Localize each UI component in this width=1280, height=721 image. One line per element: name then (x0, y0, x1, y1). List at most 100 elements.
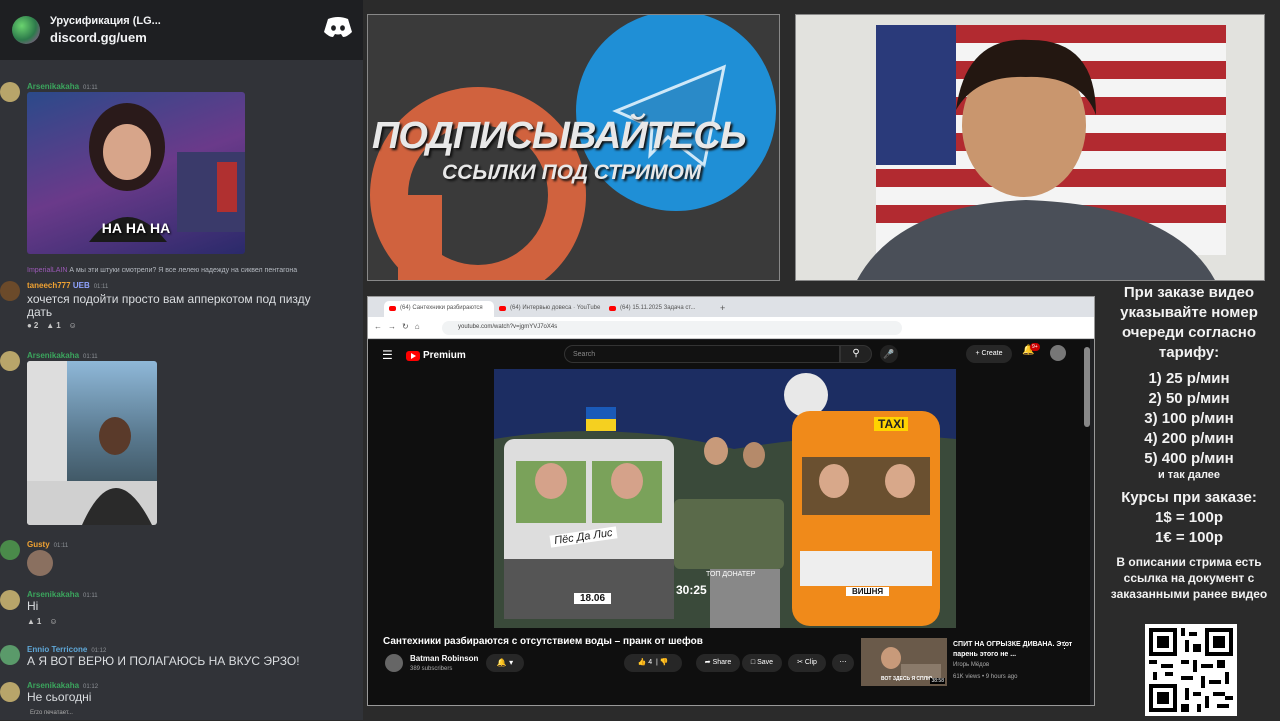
username[interactable]: Arsenikakaha 01:11 (27, 351, 98, 360)
youtube-play-icon (406, 350, 420, 361)
subscriber-count: 389 subscribers (410, 666, 453, 672)
reaction-hand[interactable]: ▲ 1 (27, 617, 41, 626)
thumb-taxi: TAXI (874, 417, 909, 431)
thumb-timer: 30:25 (676, 583, 707, 597)
username[interactable]: Ennio Terricone 01:12 (27, 645, 106, 654)
server-name: Урусификация (LG... (50, 15, 161, 27)
address-bar: ←→↻⌂ youtube.com/watch?v=jgmYVJ7oX4s (368, 317, 1094, 339)
save-button[interactable]: □ Save (742, 654, 782, 672)
username[interactable]: Arsenikakaha 01:11 (27, 82, 98, 91)
reactions: ● 2 ▲ 1 ☺ (27, 321, 77, 330)
channel-name[interactable]: Batman Robinson (410, 654, 478, 663)
search-icon[interactable]: ⚲ (840, 345, 872, 363)
username[interactable]: taneech777 UEB 01:11 (27, 281, 108, 290)
boat-gif-image (27, 361, 157, 525)
channel-avatar[interactable] (385, 654, 403, 672)
username[interactable]: Gusty 01:11 (27, 540, 68, 549)
price-item: 2) 50 р/мин (1148, 390, 1230, 407)
webcam-image (796, 15, 1264, 280)
avatar[interactable] (0, 281, 20, 301)
browser-tab[interactable]: (64) Сантехники разбираются (384, 301, 494, 317)
avatar[interactable] (0, 645, 20, 665)
gif-media[interactable] (27, 361, 157, 525)
avatar[interactable] (0, 682, 20, 702)
reactions: ▲ 1 ☺ (27, 617, 58, 626)
typing-indicator: Erzo печатает... (30, 710, 73, 716)
thumb-plate2: ВИШНЯ (846, 587, 890, 596)
message-text: хочется подойти просто вам апперкотом по… (27, 292, 311, 306)
recommended-views: 61K views • 9 hours ago (953, 674, 1018, 680)
discord-logo-icon (324, 17, 352, 37)
notification-badge: 9+ (1030, 343, 1040, 351)
order-info-panel: При заказе видео указывайте номер очеред… (1100, 283, 1278, 602)
url-input[interactable]: youtube.com/watch?v=jgmYVJ7oX4s (442, 321, 902, 335)
video-player[interactable]: Пёс Да Лис 18.06 30:25 ТОП ДОНАТЕР TAXI … (494, 369, 956, 628)
message-text: дать (27, 305, 53, 319)
avatar[interactable] (0, 590, 20, 610)
account-avatar[interactable] (1050, 345, 1066, 361)
mic-icon[interactable]: 🎤 (880, 345, 898, 363)
price-item: 3) 100 р/мин (1144, 410, 1234, 427)
browser-tab[interactable]: (64) Интервью довеса · YouTube (494, 301, 604, 317)
avatar[interactable] (0, 351, 20, 371)
price-item: 4) 200 р/мин (1144, 430, 1234, 447)
message-text: Не сьогодні (27, 690, 92, 704)
price-item: 5) 400 р/мин (1144, 450, 1234, 467)
qr-code-image (1145, 624, 1237, 716)
rec-more-icon[interactable]: ⋮ (1060, 640, 1069, 651)
invite-link[interactable]: discord.gg/uem (50, 30, 161, 45)
subscribe-bell-button[interactable]: 🔔 ▾ (486, 654, 524, 672)
webcam-feed (795, 14, 1265, 281)
discord-chat-panel: Урусификация (LG... discord.gg/uem Arsen… (0, 0, 363, 720)
message-text: А Я ВОТ ВЕРЮ И ПОЛАГАЮСЬ НА ВКУС ЭРЗО! (27, 654, 300, 668)
tab-strip: (64) Сантехники разбираются (64) Интервь… (368, 297, 1094, 317)
subscribe-subtitle: ССЫЛКИ ПОД СТРИМОМ (442, 161, 702, 184)
rec-caption: ВОТ ЗДЕСЬ Я СПЛЮ (881, 676, 933, 682)
thumb-top-donator: ТОП ДОНАТЕР (706, 571, 756, 578)
server-icon[interactable] (12, 16, 40, 44)
browser-window: (64) Сантехники разбираются (64) Интервь… (367, 296, 1095, 706)
reaction-speech[interactable]: ● 2 (27, 321, 38, 330)
clip-button[interactable]: ✂ Clip (788, 654, 826, 672)
order-heading: При заказе видео указывайте номер очеред… (1120, 284, 1258, 361)
price-item: 1) 25 р/мин (1148, 370, 1230, 387)
reply-preview[interactable]: ImperialLAIN А мы эти штуки смотрели? Я … (27, 267, 297, 274)
nav-buttons[interactable]: ←→↻⌂ (374, 322, 426, 331)
username[interactable]: Arsenikakaha 01:11 (27, 590, 98, 599)
more-button[interactable]: ⋯ (832, 654, 854, 672)
rec-duration: 38:58 (930, 678, 945, 684)
share-button[interactable]: ➦ Share (696, 654, 740, 672)
subscribe-title: ПОДПИСЫВАЙТЕСЬ (372, 115, 747, 157)
courses-title: Курсы при заказе: (1121, 489, 1257, 506)
discord-header: Урусификация (LG... discord.gg/uem (0, 0, 363, 60)
like-button[interactable]: 👍 4 | 👎 (624, 654, 682, 672)
reaction-fire[interactable]: ▲ 1 (46, 321, 60, 330)
add-reaction-icon[interactable]: ☺ (49, 617, 57, 626)
youtube-page: ☰ Premium Search ⚲ 🎤 + Create 🔔 9+ Пёс Д… (368, 340, 1090, 705)
youtube-logo[interactable]: Premium (406, 350, 466, 361)
hamburger-menu-icon[interactable]: ☰ (382, 348, 393, 362)
course-usd: 1$ = 100р (1155, 509, 1223, 526)
browser-tab[interactable]: (64) 15.11.2025 Задача ст... (604, 301, 714, 317)
course-eur: 1€ = 100р (1155, 529, 1223, 546)
scrollbar[interactable] (1084, 347, 1090, 427)
recommended-title[interactable]: СПИТ НА ОГРЫЗКЕ ДИВАНА. Этот парень этог… (953, 640, 1073, 660)
avatar[interactable] (0, 540, 20, 560)
gif-caption: НА НА НА (101, 220, 171, 236)
qr-code (1145, 624, 1237, 716)
thumb-plate: 18.06 (574, 593, 612, 604)
description-note: В описании стрима есть ссылка на докумен… (1110, 555, 1268, 601)
recommended-channel[interactable]: Игорь Мёдов (953, 662, 989, 668)
new-tab-button[interactable]: + (714, 303, 731, 317)
subscribe-banner: ПОДПИСЫВАЙТЕСЬ ССЫЛКИ ПОД СТРИМОМ (367, 14, 780, 281)
add-reaction-icon[interactable]: ☺ (69, 321, 77, 330)
sticker-image[interactable] (27, 550, 53, 576)
create-button[interactable]: + Create (966, 345, 1012, 363)
etc-text: и так далее (1157, 469, 1221, 481)
video-title: Сантехники разбираются с отсутствием вод… (383, 636, 703, 647)
username[interactable]: Arsenikakaha 01:12 (27, 681, 98, 690)
avatar[interactable] (0, 82, 20, 102)
recommended-thumbnail[interactable]: ВОТ ЗДЕСЬ Я СПЛЮ 38:58 (861, 638, 947, 686)
gif-media[interactable]: НА НА НА (27, 92, 245, 254)
search-input[interactable]: Search (564, 345, 840, 363)
